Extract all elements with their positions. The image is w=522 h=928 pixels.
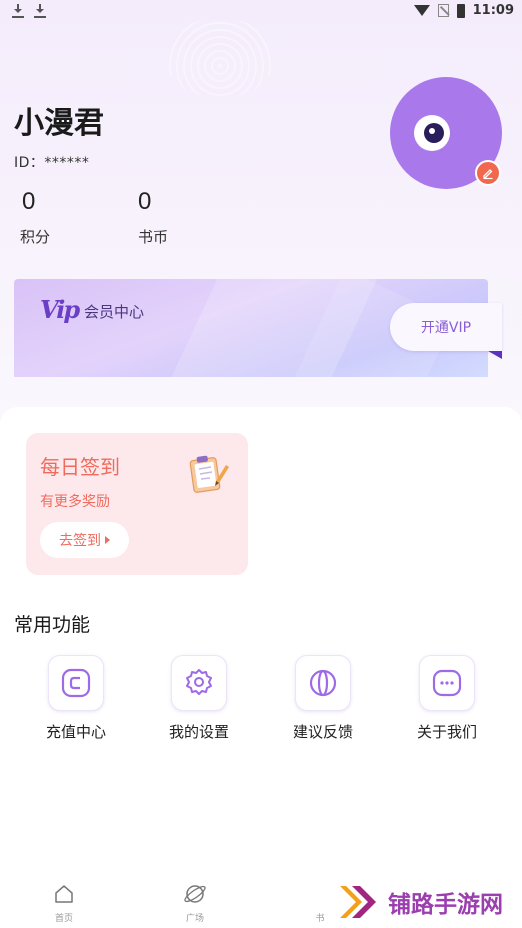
- open-vip-button[interactable]: 开通VIP: [390, 303, 502, 351]
- planet-icon: [184, 885, 206, 903]
- user-nickname[interactable]: 小漫君: [14, 98, 104, 142]
- edit-icon[interactable]: [475, 160, 501, 186]
- download-icon: [12, 4, 24, 18]
- user-id: ID：******: [14, 155, 90, 171]
- status-time: 11:09: [472, 3, 514, 18]
- nav-label-square: 广场: [185, 914, 204, 924]
- wifi-icon: [413, 5, 430, 16]
- home-icon: [55, 885, 73, 903]
- clipboard-icon: [186, 453, 230, 497]
- checkin-button[interactable]: 去签到: [40, 522, 129, 558]
- nav-item-home[interactable]: 首页: [34, 882, 94, 924]
- points-value: 0: [22, 188, 36, 215]
- recharge-center-item[interactable]: 充值中心: [21, 655, 131, 742]
- recharge-center-label: 充值中心: [45, 723, 106, 741]
- checkin-subtitle: 有更多奖励: [40, 494, 110, 510]
- checkin-button-label: 去签到: [59, 533, 101, 549]
- about-us-item[interactable]: 关于我们: [392, 655, 502, 742]
- vip-center-title: 会员中心: [84, 303, 145, 321]
- nav-label-home: 首页: [54, 914, 73, 924]
- download-icon: [34, 4, 46, 18]
- ribbon-fold: [488, 351, 502, 359]
- coins-value: 0: [138, 188, 152, 215]
- common-functions-title: 常用功能: [14, 614, 91, 636]
- coins-stat[interactable]: 0 书币: [138, 188, 168, 247]
- feedback-item[interactable]: 建议反馈: [268, 655, 378, 742]
- double-chevron-logo-icon: [340, 886, 376, 918]
- checkin-title: 每日签到: [40, 455, 120, 479]
- points-label: 积分: [20, 228, 51, 246]
- daily-checkin-card[interactable]: 每日签到 有更多奖励 去签到: [26, 433, 248, 575]
- my-settings-label: 我的设置: [168, 723, 229, 741]
- settings-icon: [171, 655, 227, 711]
- about-icon: [419, 655, 475, 711]
- nav-item-square[interactable]: 广场: [165, 882, 225, 924]
- coins-label: 书币: [138, 228, 169, 246]
- fingerprint-decoration: [165, 18, 275, 98]
- points-stat[interactable]: 0 积分: [20, 188, 51, 247]
- watermark-text: 铺路手游网: [388, 892, 503, 918]
- battery-icon: [456, 3, 465, 18]
- watermark: 铺路手游网: [330, 878, 503, 926]
- book-icon: [333, 886, 339, 903]
- status-bar: 11:09: [0, 0, 522, 26]
- sim-off-icon: [437, 4, 449, 17]
- feedback-label: 建议反馈: [292, 723, 353, 741]
- my-settings-item[interactable]: 我的设置: [144, 655, 254, 742]
- eye-shine: [429, 128, 435, 134]
- about-us-label: 关于我们: [416, 723, 477, 741]
- feedback-icon: [295, 655, 351, 711]
- vip-logo-icon: Vip: [40, 295, 80, 324]
- recharge-icon: [48, 655, 104, 711]
- triangle-right-icon: [105, 536, 110, 544]
